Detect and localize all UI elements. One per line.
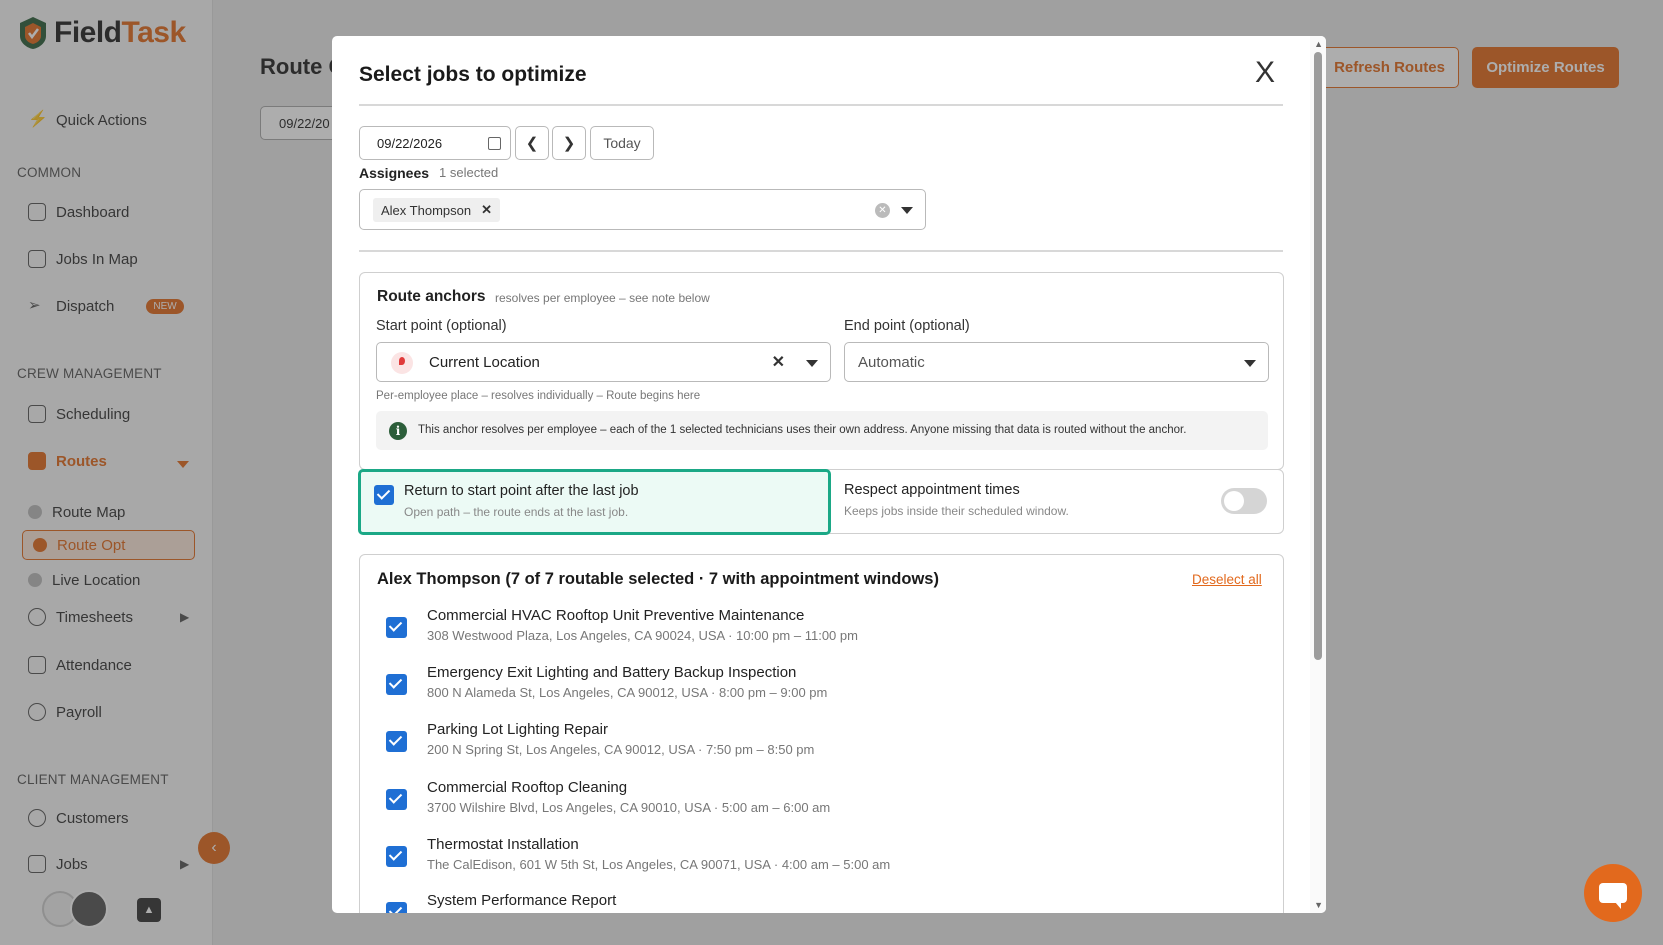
end-point-label: End point (optional) xyxy=(844,318,970,334)
job-address: The CalEdison, 601 W 5th St, Los Angeles… xyxy=(427,857,891,872)
job-row[interactable]: Emergency Exit Lighting and Battery Back… xyxy=(386,664,1246,714)
job-name: Emergency Exit Lighting and Battery Back… xyxy=(427,664,797,681)
job-row[interactable]: Thermostat Installation The CalEdison, 6… xyxy=(386,836,1246,886)
job-address: 800 N Alameda St, Los Angeles, CA 90012,… xyxy=(427,685,828,700)
respect-appointments-toggle[interactable] xyxy=(1221,488,1267,514)
anchor-info-note: i This anchor resolves per employee – ea… xyxy=(376,411,1268,450)
job-checkbox[interactable] xyxy=(386,846,407,867)
clear-icon[interactable]: ✕ xyxy=(875,203,890,218)
return-to-start-checkbox[interactable] xyxy=(374,485,394,505)
end-point-value: Automatic xyxy=(858,354,925,371)
job-name: Commercial Rooftop Cleaning xyxy=(427,779,628,796)
location-pin-icon xyxy=(391,352,413,374)
job-name: Commercial HVAC Rooftop Unit Preventive … xyxy=(427,607,805,624)
select-jobs-modal: Select jobs to optimize X 09/22/2026 ❮ ❯… xyxy=(332,36,1326,913)
start-point-hint: Per-employee place – resolves individual… xyxy=(376,390,701,402)
close-icon[interactable]: X xyxy=(1255,56,1275,90)
job-row[interactable]: Commercial HVAC Rooftop Unit Preventive … xyxy=(386,607,1246,657)
divider xyxy=(359,250,1283,252)
job-checkbox[interactable] xyxy=(386,617,407,638)
job-name: Parking Lot Lighting Repair xyxy=(427,721,608,738)
job-checkbox[interactable] xyxy=(386,902,407,913)
date-input[interactable]: 09/22/2026 xyxy=(359,126,511,160)
chevron-right-icon: ❯ xyxy=(562,135,576,152)
return-to-start-label: Return to start point after the last job xyxy=(404,483,639,499)
job-checkbox[interactable] xyxy=(386,731,407,752)
chat-button[interactable] xyxy=(1584,864,1642,922)
job-name: Thermostat Installation xyxy=(427,836,579,853)
scroll-down-icon[interactable]: ▼ xyxy=(1314,900,1323,910)
today-button[interactable]: Today xyxy=(590,126,654,160)
chevron-down-icon[interactable] xyxy=(1244,360,1256,367)
jobs-panel: Alex Thompson (7 of 7 routable selected … xyxy=(359,554,1284,913)
scroll-up-icon[interactable]: ▲ xyxy=(1314,39,1323,49)
divider xyxy=(359,104,1283,106)
deselect-all-link[interactable]: Deselect all xyxy=(1192,572,1262,587)
chevron-down-icon[interactable] xyxy=(806,360,818,367)
clear-icon[interactable]: ✕ xyxy=(772,352,785,372)
job-row[interactable]: Parking Lot Lighting Repair 200 N Spring… xyxy=(386,721,1246,771)
jobs-header: Alex Thompson (7 of 7 routable selected … xyxy=(377,570,939,588)
next-day-button[interactable]: ❯ xyxy=(552,126,586,160)
remove-chip-icon[interactable]: ✕ xyxy=(481,202,492,218)
calendar-icon[interactable] xyxy=(488,137,501,150)
job-row[interactable]: Commercial Rooftop Cleaning 3700 Wilshir… xyxy=(386,779,1246,829)
route-anchors-panel: Route anchors resolves per employee – se… xyxy=(359,272,1284,470)
date-value: 09/22/2026 xyxy=(377,136,443,151)
chat-icon xyxy=(1599,883,1627,909)
return-to-start-description: Open path – the route ends at the last j… xyxy=(404,505,629,519)
route-options-row: Return to start point after the last job… xyxy=(358,469,1284,535)
job-checkbox[interactable] xyxy=(386,674,407,695)
assignees-count: 1 selected xyxy=(439,165,499,180)
anchor-info-text: This anchor resolves per employee – each… xyxy=(418,424,1187,436)
start-point-value: Current Location xyxy=(429,354,540,371)
job-address: 308 Westwood Plaza, Los Angeles, CA 9002… xyxy=(427,628,858,643)
job-row[interactable]: System Performance Report xyxy=(386,892,1246,913)
assignee-chip: Alex Thompson ✕ xyxy=(373,198,500,222)
assignees-label: Assignees xyxy=(359,165,430,181)
assignee-chip-label: Alex Thompson xyxy=(381,202,472,218)
modal-title: Select jobs to optimize xyxy=(359,63,587,86)
job-address: 3700 Wilshire Blvd, Los Angeles, CA 9001… xyxy=(427,800,831,815)
scrollbar-thumb[interactable] xyxy=(1314,52,1322,660)
route-anchors-subtitle: resolves per employee – see note below xyxy=(495,291,710,305)
chevron-down-icon[interactable] xyxy=(901,207,913,214)
prev-day-button[interactable]: ❮ xyxy=(515,126,549,160)
route-anchors-title: Route anchors xyxy=(377,288,486,305)
chevron-left-icon: ❮ xyxy=(525,135,539,152)
modal-scrollbar[interactable]: ▲ ▼ xyxy=(1310,36,1326,913)
job-name: System Performance Report xyxy=(427,892,617,909)
respect-appointments-description: Keeps jobs inside their scheduled window… xyxy=(844,504,1069,518)
end-point-select[interactable]: Automatic xyxy=(844,342,1269,382)
assignees-select[interactable]: Alex Thompson ✕ ✕ xyxy=(359,189,926,230)
job-address: 200 N Spring St, Los Angeles, CA 90012, … xyxy=(427,742,815,757)
start-point-label: Start point (optional) xyxy=(376,318,507,334)
start-point-select[interactable]: Current Location ✕ xyxy=(376,342,831,382)
job-checkbox[interactable] xyxy=(386,789,407,810)
return-to-start-option[interactable]: Return to start point after the last job… xyxy=(358,469,831,535)
respect-appointments-label: Respect appointment times xyxy=(844,482,1020,498)
info-icon: i xyxy=(389,422,407,440)
